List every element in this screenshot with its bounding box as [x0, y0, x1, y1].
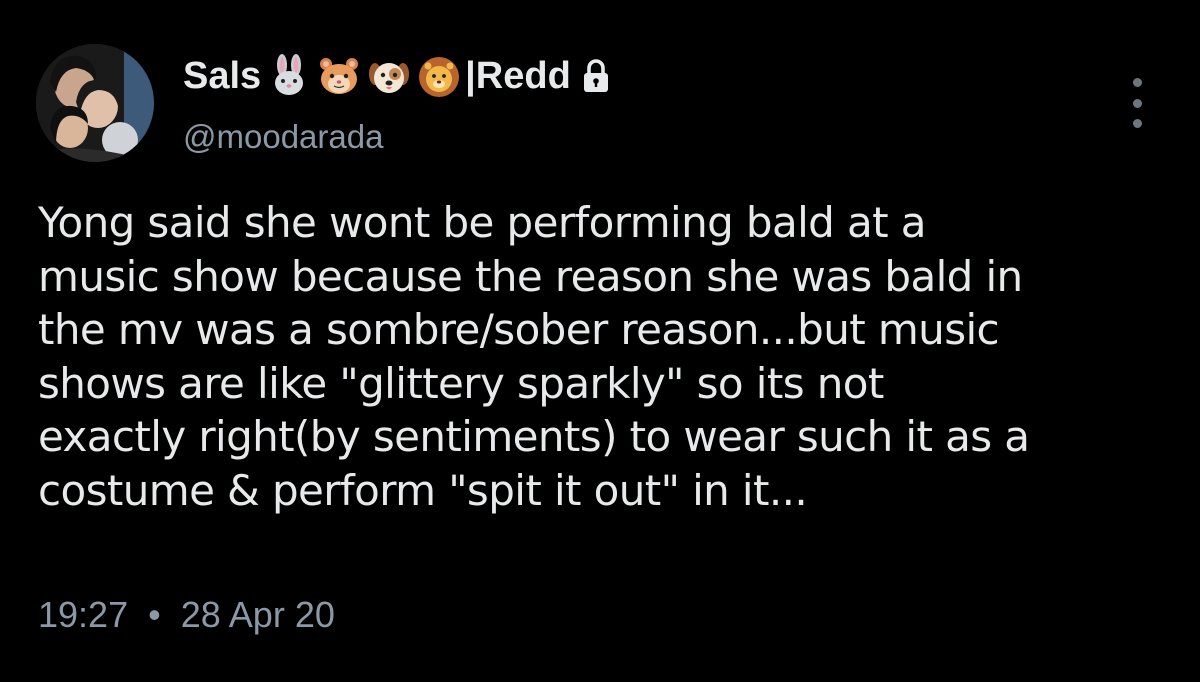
tweet-text-line: the mv was a sombre/sober reason...but m… [38, 305, 1000, 354]
avatar[interactable] [36, 44, 154, 162]
tweet-text-line: exactly right(by sentiments) to wear suc… [38, 412, 1030, 461]
more-vertical-icon-dot [1132, 98, 1142, 108]
tweet-timestamp[interactable]: 19:27 • 28 Apr 20 [38, 594, 335, 636]
tweet-text-line: costume & perform "spit it out" in it... [38, 465, 808, 515]
display-name-suffix[interactable]: |Redd [465, 55, 571, 98]
hamster-face-icon [317, 54, 361, 98]
more-options-button[interactable] [1122, 78, 1152, 128]
meta-separator: • [148, 594, 161, 635]
dog-face-icon [367, 54, 411, 98]
avatar-photo [36, 44, 154, 162]
tweet-card: Sals |Redd @moodarada Yong said she wont… [0, 0, 1200, 682]
more-vertical-icon [1132, 78, 1142, 87]
tweet-text-line: shows are like "glittery sparkly" so its… [38, 358, 884, 408]
tweet-text: Yong said she wont be performing bald at… [38, 196, 1168, 517]
display-name[interactable]: Sals [183, 55, 261, 98]
user-handle[interactable]: @moodarada [183, 118, 383, 156]
tweet-text-line: music show because the reason she was ba… [38, 251, 1023, 301]
more-vertical-icon-dot [1132, 119, 1142, 128]
tweet-time[interactable]: 19:27 [38, 594, 128, 635]
tweet-text-line: Yong said she wont be performing bald at… [38, 198, 926, 247]
tweet-date[interactable]: 28 Apr 20 [181, 594, 335, 635]
lock-icon [581, 57, 611, 95]
rabbit-face-icon [267, 54, 311, 98]
lion-face-icon [417, 54, 461, 98]
user-name-row[interactable]: Sals |Redd [183, 50, 611, 102]
